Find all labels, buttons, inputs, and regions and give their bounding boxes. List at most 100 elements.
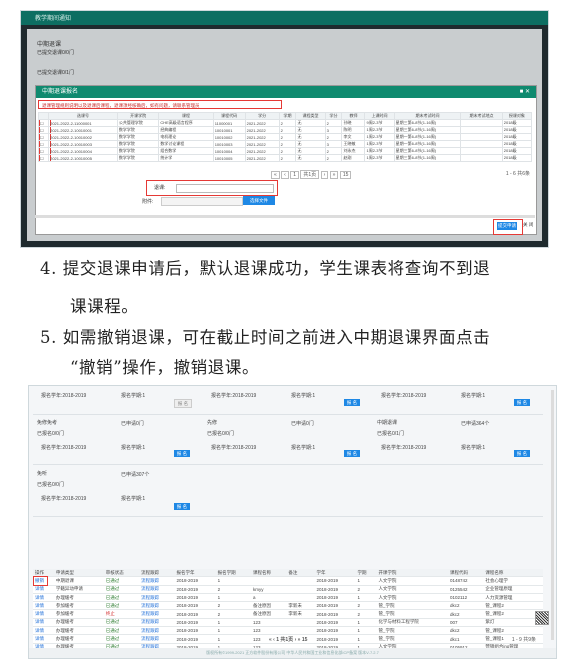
pager-item[interactable]: ‹ [273,637,275,643]
pager-item[interactable]: « [271,171,280,179]
column-header: 学期 [355,569,377,578]
period-label: 报名学年:2018-2019 [41,445,87,451]
pager-item[interactable]: ‹ [281,171,289,179]
pager-item[interactable]: 1 [276,637,279,643]
table-cell: 赵刚 [341,154,366,162]
choose-file-button[interactable]: 选择文件 [243,196,275,205]
table-cell: CHE高级语言程序 [158,119,214,127]
file-input[interactable] [161,197,243,206]
card-total: 已申请0门 [291,421,314,427]
step-4: 4. 提交退课申请后，默认退课成功，学生课表将查询不到退 [40,259,491,278]
table-row[interactable]: ☐ 2021-2022-2-10010004 数学学院 组合数学 10010004 202… [37,147,533,155]
track-link[interactable]: 流程跟踪 [139,585,175,594]
table-cell: 2018-2019 [314,626,356,636]
pager-item[interactable]: » [298,637,301,643]
pager-item[interactable]: 共1页 [300,170,320,179]
column-header: 授课对象 [501,112,533,120]
table-cell: 1 [355,626,377,636]
column-header: 课程名称 [250,569,287,578]
table-cell: 2 [215,609,251,619]
pager-item[interactable]: « [269,637,272,643]
table-cell: 星期一第6-8节(1-16周) [393,140,462,148]
row-checkbox[interactable]: ☐ [40,128,44,133]
detail-link[interactable]: 详情 [33,634,54,644]
qr-code-icon[interactable] [535,611,549,625]
track-link[interactable]: 流程跟踪 [139,626,175,636]
track-link[interactable]: 流程跟踪 [139,618,175,628]
signup-button[interactable]: 报 名 [174,399,192,408]
signup-button[interactable]: 报 名 [174,503,190,510]
table-cell [460,133,503,141]
table-row[interactable]: ☐ 2021-2022-2-10010002 数学学院 电机理论 10010002 202… [37,133,533,141]
row-checkbox[interactable]: ☐ [40,156,44,161]
signup-button[interactable]: 报 名 [344,450,360,457]
course-table: 选课号 开课学院 课程 课程代码 学分 学期 课程类型 学分 教师 上课时间 期末考试时间 期末考试地… [37,112,533,162]
pager-item[interactable]: › [295,637,297,643]
row-checkbox-cell[interactable]: ☐ [37,133,50,141]
row-checkbox-cell[interactable]: ☐ [37,154,50,162]
status-cell: 已通过 [103,585,140,594]
pager-item[interactable]: 15 [302,637,308,643]
close-button[interactable]: 关 闭 [523,222,533,228]
row-checkbox-cell[interactable]: ☐ [37,147,50,155]
card-title-exempt-listen: 免听 [37,471,48,477]
modal-close-icon[interactable]: ■ ✕ [520,86,530,98]
detail-link[interactable]: 详情 [33,585,54,594]
pager-item[interactable]: › [320,171,329,179]
track-link[interactable]: 流程跟踪 [139,593,175,603]
table-cell: 1 [355,576,377,586]
status-cell: 已通过 [103,634,140,644]
detail-link[interactable]: 详情 [33,618,54,628]
vertical-scrollbar[interactable] [551,390,554,640]
table-cell: 2021-2022-2-11000001 [48,119,118,127]
table-row[interactable]: ☐ 2021-2022-2-10010005 数学学院 统计学 10010005 2021… [37,154,533,162]
row-checkbox[interactable]: ☐ [40,142,44,147]
pager-item[interactable]: 1 [290,171,300,179]
table-cell: 2018-2019 [174,609,216,619]
track-link[interactable]: 流程跟踪 [139,634,175,644]
track-link[interactable]: 流程跟踪 [139,576,175,586]
table-row[interactable]: ☐ 2021-2022-2-10010001 数学学院 经典编程 10010001 202… [37,126,533,134]
table-cell: 2018-2019 [174,593,216,603]
row-checkbox[interactable]: ☐ [40,135,44,140]
table-cell: 陈明 [341,126,366,134]
pager-item[interactable]: 共1页 [280,637,293,643]
status-cell: 已通过 [103,576,140,586]
reason-input[interactable] [176,184,274,193]
row-checkbox[interactable]: ☐ [40,149,44,154]
pager-item[interactable]: 15 [339,171,352,179]
signup-button[interactable]: 报 名 [514,399,530,406]
detail-link[interactable]: 详情 [33,601,54,611]
signup-button[interactable]: 报 名 [514,450,530,457]
period-label: 报名学年:2018-2019 [381,445,427,451]
table-row[interactable]: ☐ 2021-2022-2-11000001 公共管理学院 CHE高级语言程序 1100… [37,119,533,127]
table-row[interactable]: ☐ 2021-2022-2-10010003 数学学院 数学讨论课程 10010003 2… [37,140,533,148]
table-cell: 1 [215,593,251,603]
table-cell: 2018-2019 [314,593,356,603]
table-cell: 社会心理学 [483,576,543,586]
table-cell: 2 [215,601,251,611]
column-header: 选课号 [48,112,118,120]
detail-link[interactable]: 详情 [33,593,54,603]
detail-link[interactable]: 详情 [33,626,54,636]
table-cell: 参加缓考 [53,609,104,619]
signup-button[interactable]: 报 名 [344,399,360,406]
table-cell: 王晓敏 [341,140,366,148]
track-link[interactable]: 流程跟踪 [139,609,175,619]
horizontal-scrollbar[interactable] [35,215,535,218]
rules-warning: 退课管理规则说明以及退课后课程，退课须经核确后，如有问题，请联系管理员 [38,100,282,109]
table-cell: 组合数学 [158,147,214,155]
row-checkbox-cell[interactable]: ☐ [37,126,50,134]
detail-link[interactable]: 详情 [33,609,54,619]
table-cell: 2 [324,119,343,127]
table-cell: 2 [324,133,343,141]
row-checkbox-cell[interactable]: ☐ [37,140,50,148]
row-checkbox-cell[interactable]: ☐ [37,119,50,127]
table-cell: 123 [250,626,287,636]
table-cell: 3 [324,126,343,134]
row-checkbox[interactable]: ☐ [40,121,44,126]
pager-item[interactable]: » [329,171,339,179]
track-link[interactable]: 流程跟踪 [139,601,175,611]
signup-button[interactable]: 报 名 [174,450,190,457]
submit-button[interactable]: 提交申请 [497,222,517,230]
